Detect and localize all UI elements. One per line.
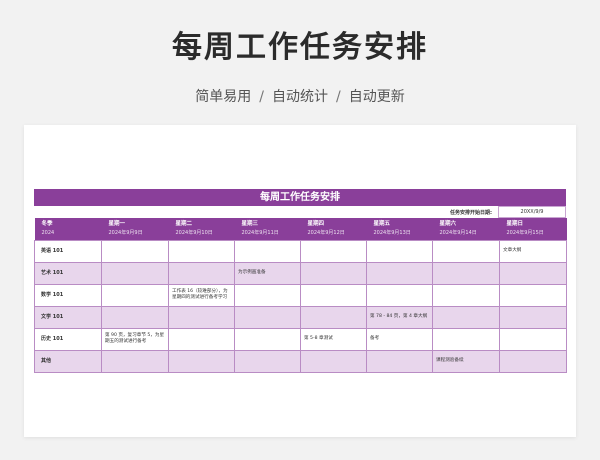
page-title: 每周工作任务安排	[172, 30, 428, 65]
task-cell[interactable]	[499, 261, 567, 285]
task-cell[interactable]	[300, 283, 367, 307]
table-row: 数学 101 工作表 16（较难部分），为星期四的测试进行备考学习	[34, 283, 567, 307]
subject-cell[interactable]: 历史 101	[34, 327, 102, 351]
task-cell[interactable]	[366, 283, 433, 307]
feature-3: 自动更新	[348, 89, 405, 105]
subject-cell[interactable]: 数学 101	[34, 283, 102, 307]
task-cell[interactable]	[101, 261, 169, 285]
subject-cell[interactable]: 英语 101	[34, 239, 102, 263]
task-cell[interactable]	[168, 239, 235, 263]
task-cell[interactable]	[101, 283, 169, 307]
schedule-table: 冬季 2024 星期一 2024年9月9日 星期二 2024年9月10日 星期三 2024年9…	[34, 218, 567, 373]
task-cell[interactable]	[432, 239, 500, 263]
task-cell[interactable]	[499, 305, 567, 329]
header-date-label: 2024年9月14日	[439, 230, 477, 237]
start-date-label: 任务安排开始日期:	[449, 209, 492, 216]
task-cell[interactable]: 课程测验备续	[432, 349, 500, 373]
schedule-table-wrapper: 每周工作任务安排 任务安排开始日期: 20XX/9/9 冬季 2024 星期一 202…	[34, 189, 567, 373]
header-day: 星期日 2024年9月15日	[499, 218, 567, 240]
task-cell[interactable]	[432, 283, 500, 307]
task-cell[interactable]	[101, 349, 169, 373]
task-cell[interactable]	[234, 305, 301, 329]
header-day: 星期二 2024年9月10日	[168, 218, 235, 240]
task-cell[interactable]	[234, 349, 301, 373]
task-cell[interactable]	[366, 261, 433, 285]
table-title: 每周工作任务安排	[34, 189, 566, 206]
task-cell[interactable]	[300, 305, 367, 329]
header-date-label: 2024年9月9日	[108, 230, 143, 237]
start-date-field[interactable]: 20XX/9/9	[498, 206, 566, 218]
task-cell[interactable]: 第 90 页，复习章节 5，为星期五的测试进行备考	[101, 327, 169, 351]
task-cell[interactable]	[234, 239, 301, 263]
header-day-label: 冬季	[41, 221, 53, 228]
task-cell[interactable]	[168, 305, 235, 329]
spreadsheet-preview: 每周工作任务安排 任务安排开始日期: 20XX/9/9 冬季 2024 星期一 202…	[24, 125, 576, 437]
header-day-label: 星期五	[373, 221, 391, 228]
header-day: 星期四 2024年9月12日	[300, 218, 367, 240]
separator: /	[336, 89, 341, 105]
task-cell[interactable]: 第 78 - 84 页，第 4 章大纲	[366, 305, 433, 329]
table-row: 其他 课程测验备续	[34, 349, 567, 373]
task-cell[interactable]	[300, 349, 367, 373]
task-cell[interactable]	[168, 261, 235, 285]
task-cell[interactable]	[168, 349, 235, 373]
header-date-label: 2024年9月12日	[307, 230, 345, 237]
table-row: 艺术 101 为示例画准备	[34, 261, 567, 285]
task-cell[interactable]	[432, 261, 500, 285]
header-date-label: 2024	[41, 230, 55, 237]
header-day-label: 星期一	[108, 221, 126, 228]
header-day-label: 星期三	[241, 221, 259, 228]
task-cell[interactable]	[300, 239, 367, 263]
task-cell[interactable]	[366, 239, 433, 263]
feature-1: 简单易用	[195, 89, 252, 105]
start-date-row: 任务安排开始日期: 20XX/9/9	[34, 206, 566, 218]
subject-cell[interactable]: 艺术 101	[34, 261, 102, 285]
header-day: 星期三 2024年9月11日	[234, 218, 301, 240]
task-cell[interactable]	[432, 327, 500, 351]
subject-cell[interactable]: 其他	[34, 349, 102, 373]
separator: /	[259, 89, 264, 105]
header-day: 星期六 2024年9月14日	[432, 218, 500, 240]
table-row: 历史 101 第 90 页，复习章节 5，为星期五的测试进行备考 第 5-8 章测试…	[34, 327, 567, 351]
task-cell[interactable]	[234, 327, 301, 351]
header-day: 星期五 2024年9月13日	[366, 218, 433, 240]
header-day-label: 星期二	[175, 221, 193, 228]
header-day-label: 星期日	[506, 221, 524, 228]
header-date-label: 2024年9月10日	[175, 230, 213, 237]
task-cell[interactable]	[234, 283, 301, 307]
task-cell[interactable]	[168, 327, 235, 351]
task-cell[interactable]: 文章大纲	[499, 239, 567, 263]
header-day: 星期一 2024年9月9日	[101, 218, 169, 240]
task-cell[interactable]	[366, 349, 433, 373]
task-cell[interactable]: 第 5-8 章测试	[300, 327, 367, 351]
header-day-label: 星期六	[439, 221, 457, 228]
task-cell[interactable]	[101, 305, 169, 329]
header-row: 冬季 2024 星期一 2024年9月9日 星期二 2024年9月10日 星期三 2024年9…	[34, 218, 567, 240]
feature-2: 自动统计	[272, 89, 328, 105]
task-cell[interactable]	[300, 261, 367, 285]
task-cell[interactable]: 为示例画准备	[234, 261, 301, 285]
task-cell[interactable]: 工作表 16（较难部分），为星期四的测试进行备考学习	[168, 283, 235, 307]
header-date-label: 2024年9月13日	[373, 230, 411, 237]
task-cell[interactable]	[499, 349, 567, 373]
header-season: 冬季 2024	[34, 218, 102, 240]
task-cell[interactable]: 备考	[366, 327, 433, 351]
task-cell[interactable]	[101, 239, 169, 263]
header-date-label: 2024年9月15日	[506, 230, 544, 237]
task-cell[interactable]	[499, 327, 567, 351]
table-row: 英语 101 文章大纲	[34, 239, 567, 263]
table-row: 文学 101 第 78 - 84 页，第 4 章大纲	[34, 305, 567, 329]
task-cell[interactable]	[499, 283, 567, 307]
subject-cell[interactable]: 文学 101	[34, 305, 102, 329]
header-day-label: 星期四	[307, 221, 325, 228]
task-cell[interactable]	[432, 305, 500, 329]
feature-tagline: 简单易用 / 自动统计 / 自动更新	[0, 86, 600, 106]
header-date-label: 2024年9月11日	[241, 230, 279, 237]
